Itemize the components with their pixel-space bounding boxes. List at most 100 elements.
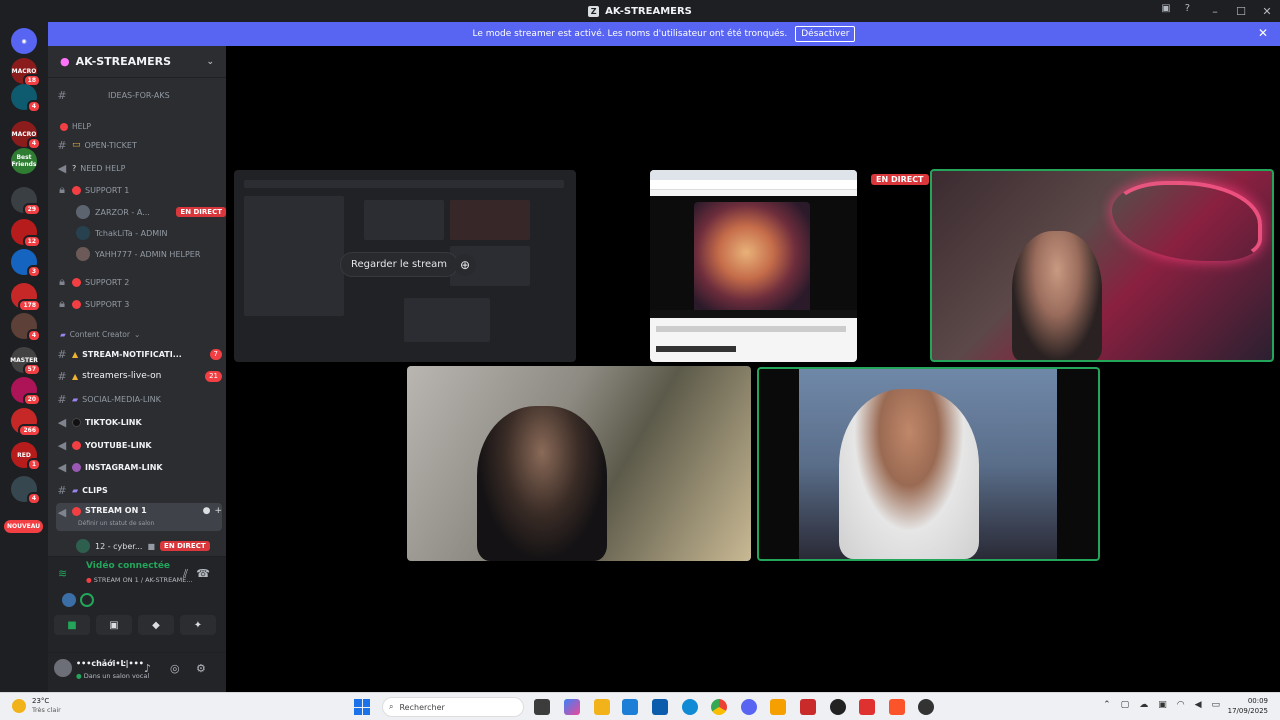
- microphone-icon[interactable]: ♪: [144, 662, 151, 675]
- photos-icon[interactable]: [622, 699, 638, 715]
- settings-gear-icon[interactable]: ⚙: [196, 662, 206, 675]
- app-icon[interactable]: [918, 699, 934, 715]
- server-icon[interactable]: 266: [11, 408, 41, 437]
- disable-streamer-mode-button[interactable]: Désactiver: [795, 26, 856, 42]
- server-icon[interactable]: 4: [11, 84, 41, 113]
- voice-user[interactable]: 12 - cyber... ■ EN DIRECT: [76, 536, 226, 556]
- guild-header[interactable]: ● AK-STREAMERS ⌄: [48, 46, 226, 78]
- headphones-icon[interactable]: ◎: [170, 662, 180, 675]
- voice-user[interactable]: TchakLiTa - ADMIN: [76, 223, 226, 243]
- task-view-icon[interactable]: [534, 699, 550, 715]
- server-icon[interactable]: 3: [11, 249, 41, 278]
- voice-status[interactable]: Vidéo connectée: [86, 561, 170, 571]
- file-explorer-icon[interactable]: [594, 699, 610, 715]
- volume-icon[interactable]: ◀: [1195, 700, 1202, 710]
- screen-share-tile[interactable]: [650, 170, 857, 362]
- channel-stream-on-1[interactable]: ◀ STREAM ON 1 ● + Définir un statut de s…: [56, 503, 222, 531]
- voice-user[interactable]: YAHH777 - ADMIN HELPER: [76, 244, 226, 264]
- server-icon[interactable]: RED 1: [11, 442, 41, 471]
- help-icon[interactable]: ?: [1185, 3, 1190, 14]
- clock[interactable]: 00:09 17/09/2025: [1228, 696, 1268, 716]
- inbox-icon[interactable]: ▣: [1161, 3, 1170, 14]
- channel-support-1[interactable]: 🔒︎ SUPPORT 1: [56, 181, 222, 199]
- add-user-icon[interactable]: +: [214, 506, 222, 516]
- voice-channel-path[interactable]: ● STREAM ON 1 / AK-STREAME...: [86, 576, 193, 584]
- discord-home-icon[interactable]: ◉: [11, 28, 37, 54]
- category-help[interactable]: HELP: [60, 122, 91, 131]
- server-icon[interactable]: MACRO 18: [11, 58, 41, 87]
- channel-open-ticket[interactable]: # ▭ OPEN-TICKET: [56, 136, 222, 154]
- server-icon[interactable]: MACRO 4: [11, 121, 41, 150]
- soundboard-icon[interactable]: [80, 593, 94, 607]
- channel-social-media-link[interactable]: # ▰ SOCIAL-MEDIA-LINK: [56, 390, 222, 408]
- channel-support-2[interactable]: 🔒︎ SUPPORT 2: [56, 273, 222, 291]
- server-icon[interactable]: 12: [11, 219, 41, 248]
- hash-icon: #: [57, 483, 67, 497]
- camera-button[interactable]: ■: [54, 615, 90, 635]
- app-icon[interactable]: [770, 699, 786, 715]
- copilot-icon[interactable]: [564, 699, 580, 715]
- brave-icon[interactable]: [889, 699, 905, 715]
- server-icon[interactable]: Best Friends: [11, 148, 37, 174]
- webcam-tile[interactable]: [407, 366, 751, 561]
- cloud-icon[interactable]: ☁: [1139, 700, 1148, 710]
- app-icon[interactable]: [859, 699, 875, 715]
- server-icon[interactable]: 29: [11, 187, 41, 216]
- tray-app-icon[interactable]: ▢: [1121, 700, 1130, 710]
- maximize-button[interactable]: ☐: [1228, 5, 1254, 18]
- wifi-icon[interactable]: ◠: [1177, 700, 1185, 710]
- channel-stream-notifications[interactable]: # ▲ STREAM-NOTIFICATI... 7: [56, 345, 222, 363]
- channel-clips[interactable]: # ▰ CLIPS: [56, 481, 222, 499]
- avatar[interactable]: [54, 659, 72, 677]
- server-icon[interactable]: 4: [11, 313, 41, 342]
- battery-icon[interactable]: ▭: [1211, 700, 1220, 710]
- system-tray[interactable]: ⌃ ▢ ☁ ▣ ◠ ◀ ▭: [1103, 700, 1220, 710]
- close-banner-icon[interactable]: ✕: [1258, 26, 1268, 40]
- close-button[interactable]: ✕: [1254, 5, 1280, 18]
- channel-streamers-live-on[interactable]: # ▲ streamers-live-on 21: [56, 367, 222, 385]
- channel-ideas[interactable]: # IDEAS-FOR-AKS: [56, 86, 222, 104]
- avatar: [76, 247, 90, 261]
- lock-icon: 🔒︎: [59, 297, 65, 310]
- webcam-tile[interactable]: [930, 169, 1274, 362]
- signal-icon[interactable]: ≋: [58, 567, 67, 580]
- activities-button[interactable]: ◆: [138, 615, 174, 635]
- speaker-icon: ◀: [57, 460, 67, 474]
- taskbar: 23°C Très clair ⌕ Rechercher ⌃ ▢ ☁ ▣ ◠ ◀ ▭…: [0, 692, 1280, 720]
- app-icon[interactable]: [800, 699, 816, 715]
- server-icon[interactable]: 178: [11, 283, 41, 312]
- noise-suppression-icon[interactable]: ⫽: [183, 567, 188, 581]
- soundboard-button[interactable]: ✦: [180, 615, 216, 635]
- username[interactable]: •••chảới•Ŀ|•••: [76, 659, 144, 668]
- tray-app-icon[interactable]: ▣: [1158, 700, 1167, 710]
- edge-icon[interactable]: [682, 699, 698, 715]
- store-icon[interactable]: [652, 699, 668, 715]
- channel-instagram-link[interactable]: ◀ INSTAGRAM-LINK: [56, 458, 222, 476]
- obs-icon[interactable]: [830, 699, 846, 715]
- add-to-stage-icon[interactable]: ⊕: [454, 254, 476, 276]
- channel-status-hint[interactable]: Définir un statut de salon: [78, 520, 154, 527]
- chevron-up-icon[interactable]: ⌃: [1103, 700, 1111, 710]
- weather-widget[interactable]: 23°C Très clair: [12, 697, 61, 714]
- watch-stream-button[interactable]: Regarder le stream: [340, 252, 459, 277]
- server-icon[interactable]: MASTER 57: [10, 347, 41, 376]
- taskbar-search[interactable]: ⌕ Rechercher: [382, 697, 524, 717]
- chrome-icon[interactable]: [711, 699, 727, 715]
- channel-tiktok-link[interactable]: ◀ TIKTOK-LINK: [56, 413, 222, 431]
- channel-need-help[interactable]: ◀? NEED HELP: [56, 159, 222, 177]
- channel-support-3[interactable]: 🔒︎ SUPPORT 3: [56, 295, 222, 313]
- activity-icon[interactable]: [62, 593, 76, 607]
- server-icon[interactable]: 20: [11, 377, 41, 406]
- server-icon[interactable]: 4: [11, 476, 41, 505]
- windows-start-icon[interactable]: [354, 699, 370, 715]
- channel-youtube-link[interactable]: ◀ YOUTUBE-LINK: [56, 436, 222, 454]
- webcam-tile[interactable]: [757, 367, 1100, 561]
- chat-icon[interactable]: ●: [203, 506, 211, 516]
- discord-icon[interactable]: [741, 699, 757, 715]
- voice-user[interactable]: ZARZOR - A... EN DIRECT: [76, 202, 226, 222]
- screen-share-button[interactable]: ▣: [96, 615, 132, 635]
- stream-preview-tile[interactable]: Regarder le stream ⊕: [234, 170, 576, 362]
- minimize-button[interactable]: –: [1202, 5, 1228, 18]
- disconnect-icon[interactable]: ☎: [196, 567, 210, 580]
- category-content-creator[interactable]: ▰ Content Creator ⌄: [60, 330, 140, 339]
